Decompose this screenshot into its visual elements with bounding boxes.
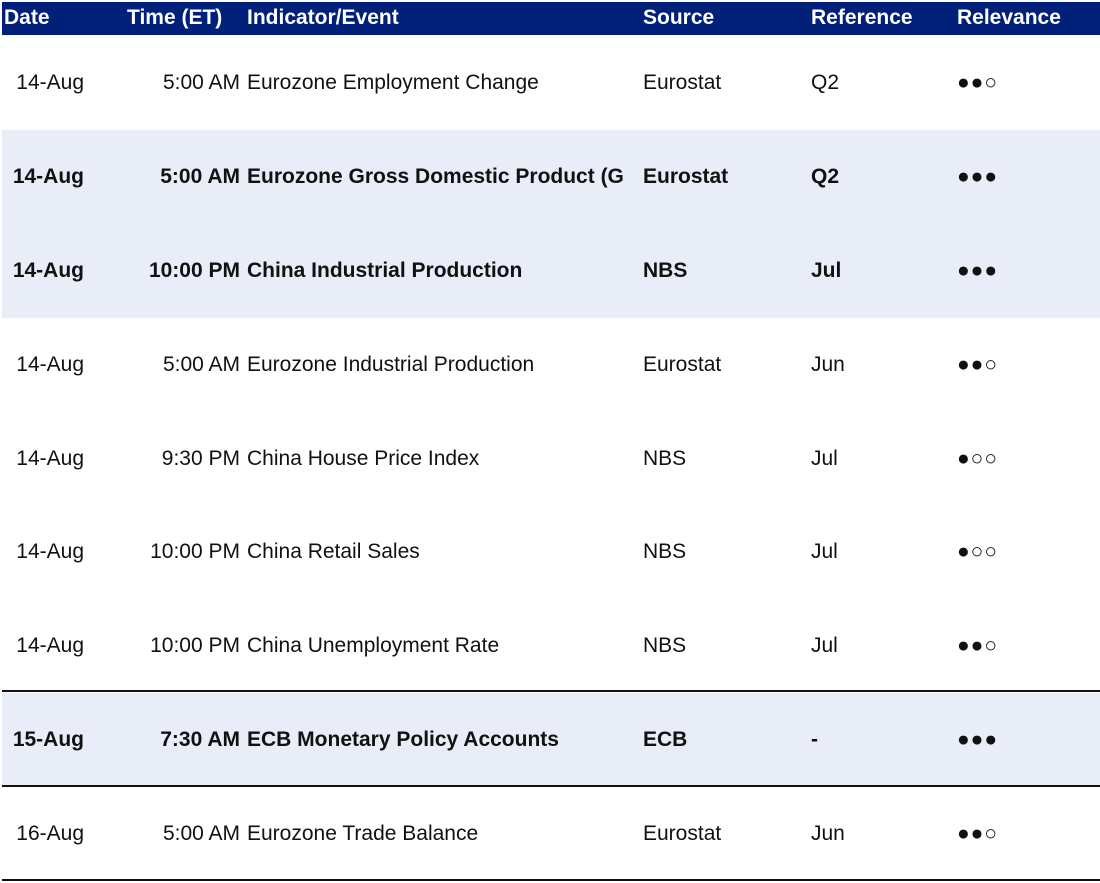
cell-reference: Jun xyxy=(811,822,845,845)
cell-relevance: ●●○ xyxy=(957,353,999,376)
cell-source: NBS xyxy=(643,259,688,282)
cell-date: 15-Aug xyxy=(12,728,84,751)
cell-relevance: ●●○ xyxy=(957,822,999,845)
cell-reference: Jul xyxy=(811,259,842,282)
cell-reference: Jul xyxy=(811,634,838,657)
cell-event: China Retail Sales xyxy=(247,540,420,563)
table-row: 16-Aug 5:00 AM Eurozone Trade Balance Euros… xyxy=(2,787,1100,881)
table-header: Date Time (ET) Indicator/Event Source Re… xyxy=(2,2,1100,35)
cell-relevance: ●●○ xyxy=(957,71,999,94)
cell-time: 9:30 PM xyxy=(161,447,240,470)
cell-time: 10:00 PM xyxy=(148,259,240,282)
section-divider xyxy=(2,785,1100,787)
cell-date: 14-Aug xyxy=(16,353,84,376)
cell-source: NBS xyxy=(643,540,687,563)
table-row: 14-Aug 10:00 PM China Unemployment Rate NBS… xyxy=(2,599,1100,693)
cell-event: Eurozone Trade Balance xyxy=(247,822,479,845)
header-time: Time (ET) xyxy=(127,6,223,29)
cell-source: ECB xyxy=(643,728,688,751)
cell-relevance: ●●● xyxy=(957,259,999,282)
table-row: 14-Aug 5:00 AM Eurozone Employment Change E… xyxy=(2,36,1100,130)
cell-time: 10:00 PM xyxy=(150,540,240,563)
cell-source: Eurostat xyxy=(643,353,722,376)
cell-source: Eurostat xyxy=(643,71,722,94)
table-row: 14-Aug 10:00 PM China Retail Sales NBS Jul ●○… xyxy=(2,505,1100,599)
table-row: 14-Aug 9:30 PM China House Price Index NBS J… xyxy=(2,412,1100,506)
cell-date: 16-Aug xyxy=(16,822,84,845)
cell-time: 7:30 AM xyxy=(160,728,240,751)
cell-time: 5:00 AM xyxy=(162,353,240,376)
cell-time: 5:00 AM xyxy=(162,822,240,845)
table-row: 14-Aug 10:00 PM China Industrial Productio… xyxy=(2,224,1100,318)
section-divider xyxy=(2,879,1100,881)
cell-reference: Jun xyxy=(811,353,845,376)
cell-source: Eurostat xyxy=(643,165,729,188)
cell-relevance: ●○○ xyxy=(957,447,999,470)
cell-event: Eurozone Industrial Production xyxy=(247,353,535,376)
cell-reference: Q2 xyxy=(811,71,840,94)
header-date: Date xyxy=(4,6,50,29)
cell-relevance: ●●○ xyxy=(957,634,999,657)
cell-event: Eurozone Gross Domestic Product (G xyxy=(247,165,624,188)
cell-relevance: ●●● xyxy=(957,165,999,188)
cell-relevance: ●●● xyxy=(957,728,999,751)
cell-source: NBS xyxy=(643,634,687,657)
cell-reference: Q2 xyxy=(811,165,840,188)
table-row: 14-Aug 5:00 AM Eurozone Gross Domestic Pro… xyxy=(2,130,1100,224)
header-source: Source xyxy=(643,6,715,29)
cell-date: 14-Aug xyxy=(16,447,84,470)
cell-date: 14-Aug xyxy=(16,634,84,657)
cell-time: 5:00 AM xyxy=(162,71,240,94)
cell-event: ECB Monetary Policy Accounts xyxy=(247,728,559,751)
table-row: 15-Aug 7:30 AM ECB Monetary Policy Account… xyxy=(2,693,1100,787)
cell-event: China House Price Index xyxy=(247,447,480,470)
cell-event: Eurozone Employment Change xyxy=(247,71,539,94)
header-reference: Reference xyxy=(811,6,913,29)
header-event: Indicator/Event xyxy=(247,6,399,29)
cell-reference: - xyxy=(811,728,818,751)
cell-source: Eurostat xyxy=(643,822,722,845)
section-divider xyxy=(2,690,1100,692)
cell-source: NBS xyxy=(643,447,687,470)
table-row: 14-Aug 5:00 AM Eurozone Industrial Product… xyxy=(2,318,1100,412)
cell-date: 14-Aug xyxy=(16,540,84,563)
cell-relevance: ●○○ xyxy=(957,540,999,563)
cell-event: China Industrial Production xyxy=(247,259,523,282)
cell-event: China Unemployment Rate xyxy=(247,634,500,657)
cell-date: 14-Aug xyxy=(16,71,84,94)
cell-date: 14-Aug xyxy=(12,165,84,188)
cell-reference: Jul xyxy=(811,540,838,563)
cell-date: 14-Aug xyxy=(12,259,84,282)
cell-time: 5:00 AM xyxy=(160,165,240,188)
cell-reference: Jul xyxy=(811,447,838,470)
header-relevance: Relevance xyxy=(957,6,1061,29)
cell-time: 10:00 PM xyxy=(150,634,240,657)
